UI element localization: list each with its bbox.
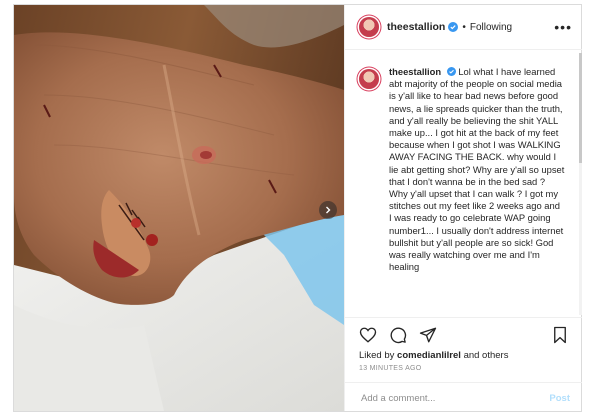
caption-username[interactable]: theestallion xyxy=(389,66,441,77)
verified-badge-icon xyxy=(448,22,459,32)
post-timestamp[interactable]: 13 MINUTES AGO xyxy=(359,365,422,372)
caption-author-avatar[interactable] xyxy=(359,69,379,89)
post-comment-button[interactable]: Post xyxy=(549,393,570,404)
following-button[interactable]: Following xyxy=(470,22,512,33)
caption-text: Lol what I have learned abt majority of … xyxy=(389,66,565,273)
author-avatar[interactable] xyxy=(359,17,379,37)
carousel-next-button[interactable] xyxy=(319,201,337,219)
share-icon[interactable] xyxy=(419,326,437,344)
caption-comment: theestallion Lol what I have learned abt… xyxy=(345,53,575,315)
post-header: theestallion • Following ••• xyxy=(345,5,582,50)
chevron-right-icon xyxy=(326,206,331,214)
post-actions: Liked by comedianlilrel and others 13 MI… xyxy=(345,317,582,412)
more-options-icon[interactable]: ••• xyxy=(554,19,572,35)
instagram-post-card: theestallion • Following ••• theestallio… xyxy=(13,4,582,412)
post-sidebar: theestallion • Following ••• theestallio… xyxy=(344,5,582,411)
likes-prefix: Liked by xyxy=(359,350,395,361)
add-comment-input[interactable] xyxy=(359,391,533,405)
separator-dot: • xyxy=(462,21,466,33)
foot-photo-image xyxy=(14,5,344,411)
heart-icon[interactable] xyxy=(359,326,377,344)
add-comment-bar: Post xyxy=(345,382,582,413)
likes-summary: Liked by comedianlilrel and others xyxy=(359,350,508,361)
comments-scrollbar[interactable] xyxy=(579,53,582,315)
post-photo[interactable] xyxy=(14,5,344,411)
comment-icon[interactable] xyxy=(389,326,407,344)
liked-by-user-link[interactable]: comedianlilrel xyxy=(397,350,461,361)
caption-text-block: theestallion Lol what I have learned abt… xyxy=(389,66,565,273)
author-username[interactable]: theestallion xyxy=(387,21,445,33)
scrollbar-thumb[interactable] xyxy=(579,53,582,163)
likes-suffix-link[interactable]: and others xyxy=(464,350,509,361)
caption-verified-badge-icon xyxy=(446,67,456,76)
bookmark-icon[interactable] xyxy=(552,326,568,344)
